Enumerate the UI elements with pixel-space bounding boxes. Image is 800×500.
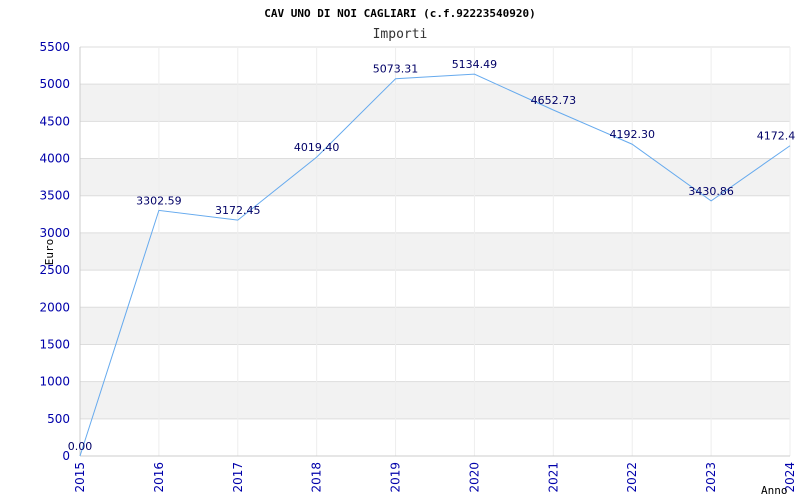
data-label: 5073.31: [373, 63, 419, 76]
y-tick-label: 3500: [39, 189, 70, 203]
x-tick-label: 2017: [231, 462, 245, 493]
x-tick-label: 2021: [546, 462, 560, 493]
data-label: 4652.73: [531, 94, 577, 107]
y-tick-label: 5500: [39, 40, 70, 54]
background-bands: [80, 84, 790, 419]
y-tick-label: 1500: [39, 337, 70, 351]
y-tick-label: 1000: [39, 375, 70, 389]
chart-title: CAV UNO DI NOI CAGLIARI (c.f.92223540920…: [264, 7, 536, 20]
x-tick-label: 2018: [310, 462, 324, 493]
data-label: 0.00: [68, 440, 93, 453]
y-tick-label: 5000: [39, 77, 70, 91]
data-label: 4019.40: [294, 141, 340, 154]
x-tick-label: 2016: [152, 462, 166, 493]
data-label: 3430.86: [688, 185, 734, 198]
y-tick-label: 500: [47, 412, 70, 426]
grid-band: [80, 84, 790, 122]
chart-subtitle: Importi: [373, 27, 428, 42]
grid-band: [80, 381, 790, 419]
y-tick-label: 4500: [39, 114, 70, 128]
x-tick-label: 2023: [704, 462, 718, 493]
y-tick-label: 4000: [39, 152, 70, 166]
y-tick-label: 3000: [39, 226, 70, 240]
data-label: 5134.49: [452, 58, 498, 71]
grid-band: [80, 158, 790, 196]
x-tick-labels: 2015 2016 2017 2018 2019 2020 2021 2022 2023 2024: [73, 462, 797, 493]
data-label: 3302.59: [136, 194, 182, 207]
x-axis-label: Anno: [761, 484, 788, 497]
x-tick-label: 2022: [625, 462, 639, 493]
data-label: 4192.30: [609, 128, 655, 141]
grid-band: [80, 307, 790, 345]
x-tick-label: 2019: [389, 462, 403, 493]
data-label: 4172.4: [757, 130, 796, 143]
grid-band: [80, 232, 790, 271]
y-tick-label: 2000: [39, 300, 70, 314]
x-tick-label: 2020: [467, 462, 481, 493]
line-chart: 0500100015002000250030003500400045005000…: [39, 7, 797, 497]
x-tick-label: 2015: [73, 462, 87, 493]
y-axis-label: Euro: [43, 239, 56, 266]
data-label: 3172.45: [215, 204, 261, 217]
